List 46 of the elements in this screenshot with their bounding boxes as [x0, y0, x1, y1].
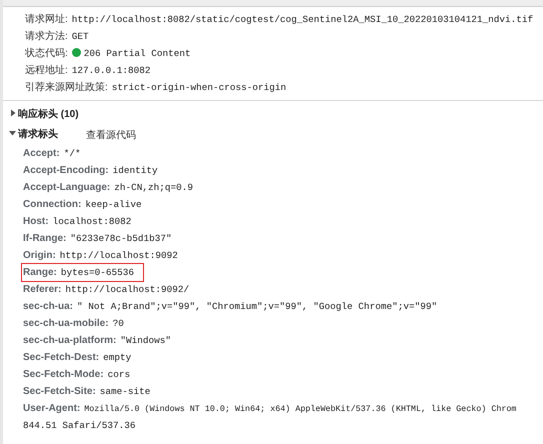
- header-value: "Windows": [120, 335, 171, 346]
- header-name: Referer:: [23, 284, 62, 295]
- header-name: User-Agent:: [23, 403, 80, 414]
- header-value: " Not A;Brand";v="99", "Chromium";v="99", "Google Chrome";v="99": [77, 301, 438, 312]
- header-value: identity: [112, 165, 158, 176]
- header-value: "6233e78c-b5d1b37": [70, 233, 172, 244]
- field-value: GET: [72, 31, 89, 42]
- header-name: Range:: [23, 267, 57, 278]
- header-name: Connection:: [23, 199, 82, 210]
- header-name: sec-ch-ua-mobile:: [23, 318, 109, 329]
- header-value: http://localhost:9092/: [65, 284, 190, 295]
- header-value: cors: [108, 369, 130, 380]
- header-name: sec-ch-ua:: [23, 301, 74, 312]
- view-source-link[interactable]: 查看源代码: [86, 128, 136, 142]
- field-value: 127.0.0.1:8082: [72, 65, 151, 76]
- section-toggle[interactable]: 请求标头: [3, 125, 64, 145]
- header-value: keep-alive: [85, 199, 142, 210]
- header-name: Accept-Encoding:: [23, 165, 109, 176]
- field-label: 请求网址:: [25, 14, 68, 25]
- header-name: Sec-Fetch-Dest:: [23, 352, 100, 363]
- field-label: 引荐来源网址政策:: [25, 82, 108, 93]
- field-value: 206 Partial Content: [84, 48, 191, 59]
- field-label: 请求方法:: [25, 31, 68, 42]
- header-value: ?0: [112, 318, 124, 329]
- field-value: http://localhost:8082/static/cogtest/cog_Sentinel2A_MSI_10_20220103104121_ndvi.tif: [72, 14, 534, 25]
- header-value: empty: [103, 352, 132, 363]
- header-value: same-site: [100, 386, 150, 397]
- header-value: bytes=0-65536: [60, 267, 134, 278]
- header-name: Origin:: [23, 250, 56, 261]
- header-name: sec-ch-ua-platform:: [23, 335, 116, 346]
- header-value: 844.51 Safari/537.36: [23, 420, 136, 431]
- header-name: If-Range:: [23, 233, 66, 244]
- field-label: 状态代码:: [25, 48, 68, 59]
- header-name: Host:: [23, 216, 49, 227]
- header-value: zh-CN,zh;q=0.9: [114, 182, 193, 193]
- header-value: Mozilla/5.0 (Windows NT 10.0; Win64; x64) AppleWebKit/537.36 (KHTML, like Gecko) Chrom: [84, 404, 516, 414]
- header-name: Accept:: [23, 148, 60, 159]
- field-value: strict-origin-when-cross-origin: [112, 82, 286, 93]
- header-value: http://localhost:9092: [60, 250, 178, 261]
- header-value: */*: [64, 148, 81, 159]
- section-toggle[interactable]: 响应标头 (10): [3, 105, 85, 125]
- header-name: Sec-Fetch-Mode:: [23, 369, 104, 380]
- field-label: 远程地址:: [25, 65, 68, 76]
- header-name: Sec-Fetch-Site:: [23, 386, 96, 397]
- header-value: localhost:8082: [52, 216, 132, 227]
- header-name: Accept-Language:: [23, 182, 110, 193]
